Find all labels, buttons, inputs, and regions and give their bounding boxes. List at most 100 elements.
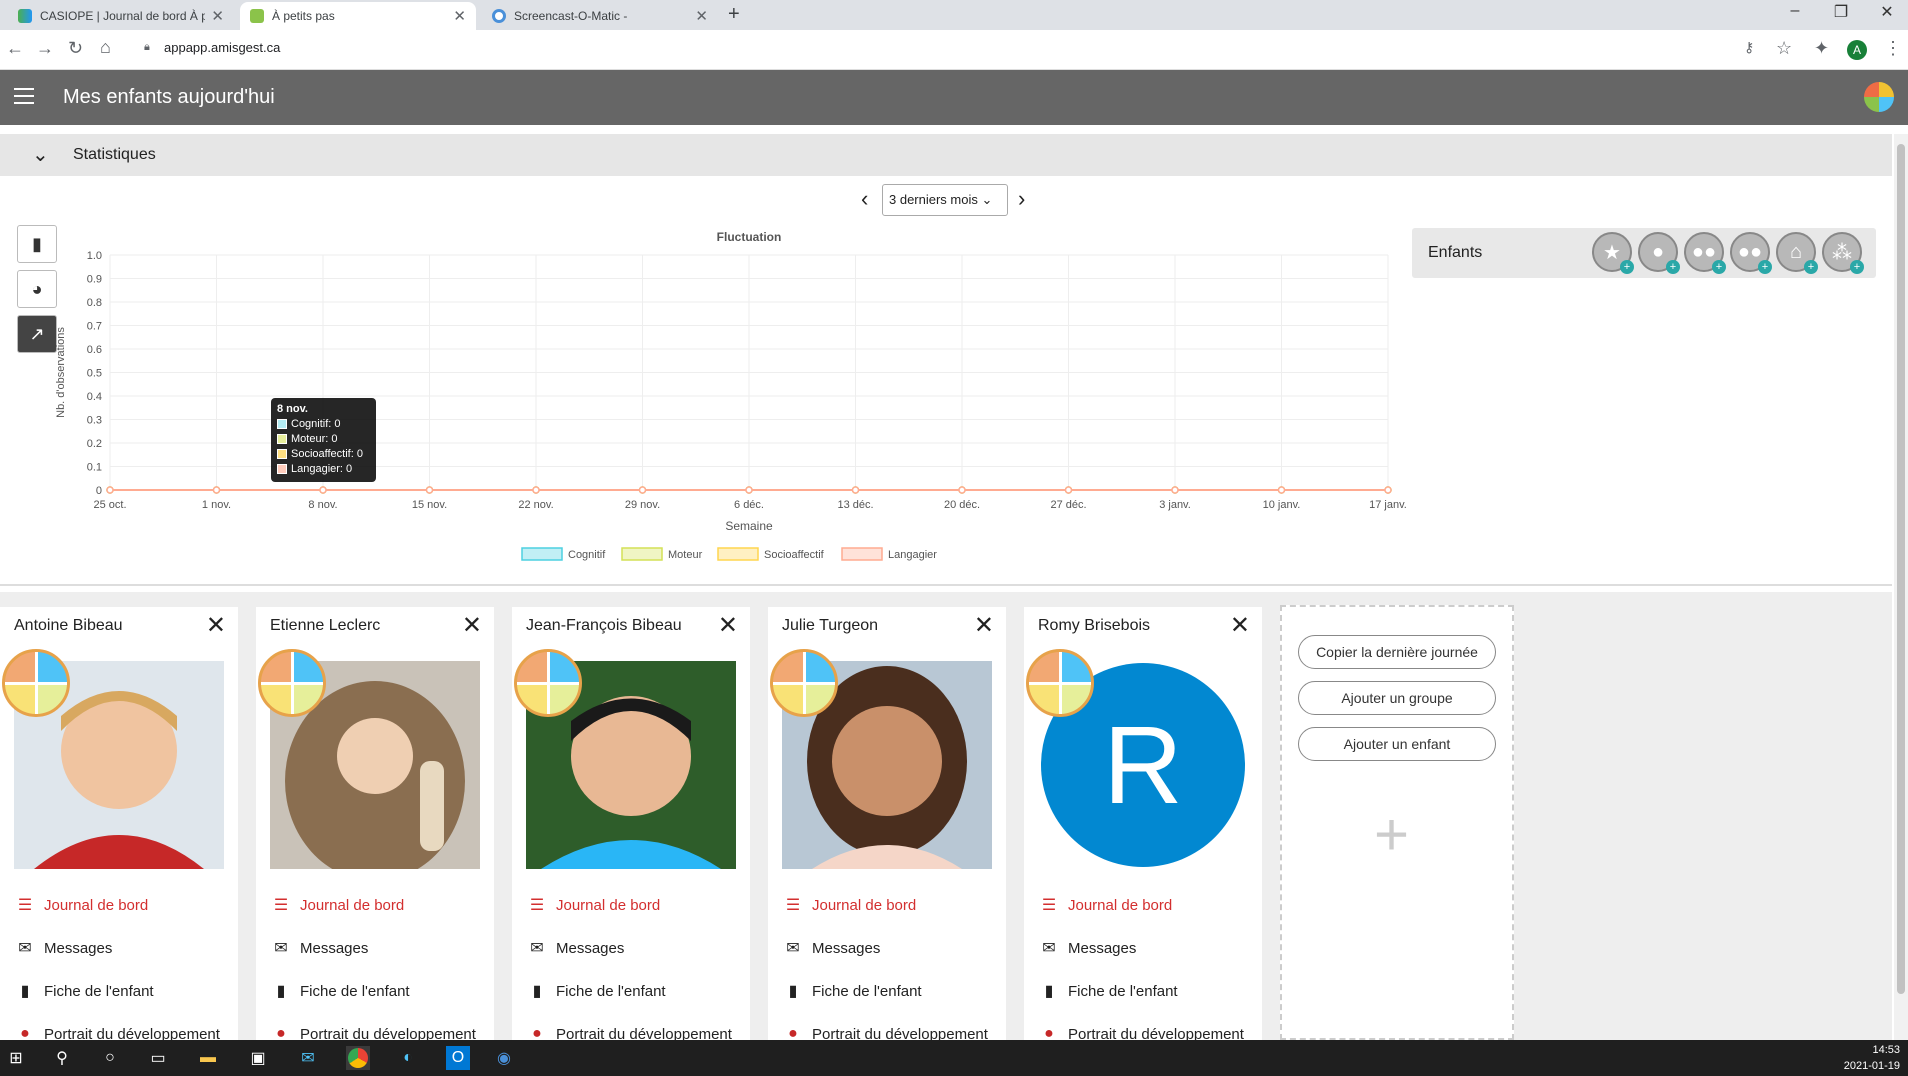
chrome-icon[interactable] [346,1046,370,1070]
development-badge-icon[interactable] [1026,649,1094,717]
favorites-filter-button[interactable]: ★ + [1592,232,1634,274]
cortana-icon[interactable]: ○ [98,1046,122,1070]
development-badge-icon[interactable] [514,649,582,717]
y-tick-label: 0.8 [87,297,102,309]
legend-label: Socioaffectif [764,549,825,561]
close-tab-icon[interactable]: ✕ [211,7,224,25]
fiche-enfant-link[interactable]: ▮ Fiche de l'enfant [14,981,154,1001]
child-card: Julie Turgeon ✕ ☰ Journal de bord ✉ Messag… [768,607,1006,1043]
fiche-enfant-link[interactable]: ▮ Fiche de l'enfant [526,981,666,1001]
copy-last-day-button[interactable]: Copier la dernière journée [1298,635,1496,669]
edge-icon[interactable]: ◐ [396,1046,420,1070]
browser-tab-petits-pas[interactable]: À petits pas ✕ [240,2,476,30]
store-icon[interactable]: ▣ [246,1046,270,1070]
journal-de-bord-link[interactable]: ☰ Journal de bord [14,895,148,915]
legend-swatch [841,547,883,561]
add-plus-icon[interactable]: + [1374,800,1409,869]
reload-icon[interactable]: ↻ [68,38,83,59]
journal-de-bord-link[interactable]: ☰ Journal de bord [782,895,916,915]
statistics-label: Statistiques [73,146,156,163]
page-title: Mes enfants aujourd'hui [63,86,275,108]
child-name: Jean-François Bibeau [526,617,682,634]
windows-start-icon[interactable]: ⊞ [4,1046,28,1070]
all-children-filter-button[interactable]: ⁂ + [1822,232,1864,274]
minimize-icon[interactable]: – [1772,2,1818,20]
key-icon[interactable]: ⚷ [1744,39,1754,56]
task-view-icon[interactable]: ▭ [146,1046,170,1070]
data-point [1171,486,1179,494]
pair-filter-button[interactable]: ●● + [1730,232,1772,274]
browser-menu-icon[interactable]: ⋮ [1884,38,1902,59]
messages-link[interactable]: ✉ Messages [782,938,880,958]
lock-icon: 🔒︎ [144,41,150,53]
data-point [1384,486,1392,494]
close-icon[interactable]: ✕ [462,611,482,640]
browser-tab-screencast[interactable]: Screencast-O-Matic - ✕ [482,2,718,30]
file-explorer-icon[interactable]: ▬ [196,1046,220,1070]
close-tab-icon[interactable]: ✕ [695,7,708,25]
child-name: Antoine Bibeau [14,617,123,634]
fiche-enfant-link[interactable]: ▮ Fiche de l'enfant [782,981,922,1001]
petits-pas-favicon-icon [250,9,264,23]
close-icon[interactable]: ✕ [718,611,738,640]
forward-icon[interactable]: → [36,38,54,59]
y-tick-label: 0 [96,485,102,497]
development-badge-icon[interactable] [770,649,838,717]
messages-link[interactable]: ✉ Messages [270,938,368,958]
close-window-icon[interactable]: ✕ [1864,2,1908,22]
journal-de-bord-link[interactable]: ☰ Journal de bord [526,895,660,915]
y-tick-label: 0.9 [87,274,102,286]
search-icon[interactable]: ⚲ [50,1046,74,1070]
y-tick-label: 0.6 [87,344,102,356]
mail-icon[interactable]: ✉ [296,1046,320,1070]
envelope-icon: ✉ [274,940,288,957]
journal-de-bord-link[interactable]: ☰ Journal de bord [270,895,404,915]
messages-link[interactable]: ✉ Messages [1038,938,1136,958]
new-tab-icon[interactable]: + [728,3,740,26]
period-select[interactable]: 3 derniers mois ⌄ [882,184,1008,216]
url-text[interactable]: appapp.amisgest.ca [164,40,280,55]
next-period-arrow-icon[interactable]: › [1018,186,1025,212]
close-icon[interactable]: ✕ [974,611,994,640]
fluctuation-line-chart: Fluctuation 0 0.1 0.2 0.3 0.4 0.5 0.6 0.7 0.8 0.9 1… [55,230,1407,561]
app-logo-icon [1864,82,1894,112]
screencast-icon[interactable]: ◉ [492,1046,516,1070]
fiche-enfant-link[interactable]: ▮ Fiche de l'enfant [270,981,410,1001]
profile-avatar-icon[interactable]: A [1847,40,1867,60]
plus-icon: + [1804,260,1818,274]
messages-link[interactable]: ✉ Messages [14,938,112,958]
messages-link[interactable]: ✉ Messages [526,938,624,958]
hamburger-menu-icon[interactable] [14,88,34,104]
bookmark-star-icon[interactable]: ☆ [1776,38,1792,59]
scrollbar-thumb[interactable] [1897,144,1905,994]
back-icon[interactable]: ← [6,38,24,59]
development-badge-icon[interactable] [258,649,326,717]
add-group-button[interactable]: Ajouter un groupe [1298,681,1496,715]
x-tick-label: 15 nov. [412,499,447,511]
browser-tab-casiope[interactable]: CASIOPE | Journal de bord À peti ✕ [8,2,234,30]
restore-icon[interactable]: ❐ [1818,2,1864,22]
journal-de-bord-link[interactable]: ☰ Journal de bord [1038,895,1172,915]
extensions-icon[interactable]: ✦ [1814,38,1829,59]
home-icon[interactable]: ⌂ [100,37,111,58]
group-filter-button[interactable]: ●● + [1684,232,1726,274]
close-icon[interactable]: ✕ [206,611,226,640]
x-tick-label: 3 janv. [1159,499,1191,511]
previous-period-arrow-icon[interactable]: ‹ [861,186,868,212]
close-icon[interactable]: ✕ [1230,611,1250,640]
chevron-down-icon[interactable]: ⌄ [32,142,49,167]
statistics-section-header[interactable] [0,134,1892,176]
plus-icon: + [1620,260,1634,274]
home-group-filter-button[interactable]: ⌂ + [1776,232,1818,274]
address-bar [0,30,1908,70]
development-badge-icon[interactable] [2,649,70,717]
single-child-filter-button[interactable]: ● + [1638,232,1680,274]
outlook-icon[interactable]: O [446,1046,470,1070]
tooltip-row-socioaffectif: Socioaffectif: 0 [291,448,363,460]
y-axis-label: Nb. d'observations [55,327,67,418]
add-child-button[interactable]: Ajouter un enfant [1298,727,1496,761]
x-tick-label: 10 janv. [1263,499,1301,511]
close-tab-icon[interactable]: ✕ [453,7,466,25]
data-point [425,486,434,494]
fiche-enfant-link[interactable]: ▮ Fiche de l'enfant [1038,981,1178,1001]
